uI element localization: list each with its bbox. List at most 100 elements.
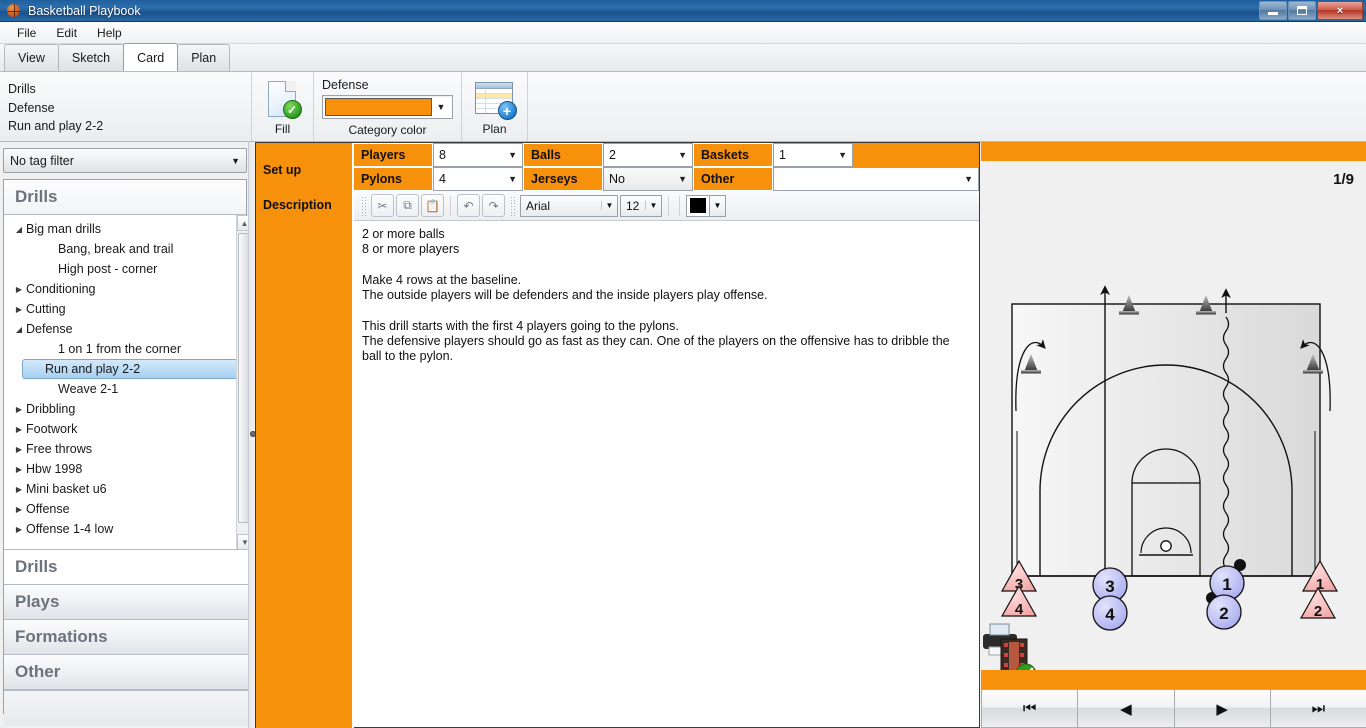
category-color-picker[interactable]: ▼	[322, 95, 453, 119]
other-dropdown[interactable]: ▼	[773, 167, 979, 191]
tree-item[interactable]: ▶ Offense 1-4 low	[4, 519, 252, 539]
breadcrumb-item: Run and play 2-2	[8, 119, 104, 133]
breadcrumb: Drills Defense Run and play 2-2	[0, 72, 252, 141]
collapsed-arrow-icon[interactable]: ▶	[12, 425, 26, 434]
plan-button[interactable]: + Plan	[462, 72, 528, 141]
previous-page-button[interactable]: ◀	[1077, 689, 1175, 728]
menu-file[interactable]: File	[8, 23, 45, 43]
close-button[interactable]: ×	[1317, 1, 1363, 20]
accordion-header-other[interactable]: Other	[4, 655, 252, 690]
offense-player: 4	[1092, 595, 1128, 631]
chevron-down-icon[interactable]: ▼	[710, 194, 726, 217]
paste-button[interactable]: 📋	[421, 194, 444, 217]
undo-button[interactable]: ↶	[457, 194, 480, 217]
collapsed-arrow-icon[interactable]: ▶	[12, 445, 26, 454]
tree-item-label: Big man drills	[26, 222, 102, 236]
ribbon: Drills Defense Run and play 2-2 ✓ Fill D…	[0, 72, 1366, 142]
field-label-balls: Balls	[523, 143, 603, 167]
tree-item-label: Weave 2-1	[58, 382, 119, 396]
last-page-button[interactable]: ⏭	[1269, 689, 1366, 728]
tag-filter-value: No tag filter	[10, 153, 74, 168]
copy-button[interactable]: ⧉	[396, 194, 419, 217]
court-diagram[interactable]: 1/9 3 4 1 2 3 4 1 2	[981, 161, 1366, 670]
accordion-header-drills[interactable]: Drills	[4, 550, 252, 585]
window-titlebar: Basketball Playbook ×	[0, 0, 1366, 22]
toolbar-grip[interactable]	[361, 195, 366, 216]
tree-item[interactable]: Bang, break and trail	[4, 239, 252, 259]
accordion-header-drills-top[interactable]: Drills	[4, 180, 246, 215]
restore-button[interactable]	[1288, 1, 1316, 20]
redo-button[interactable]: ↷	[482, 194, 505, 217]
fill-button[interactable]: ✓ Fill	[252, 72, 314, 141]
next-page-button[interactable]: ▶	[1173, 689, 1271, 728]
collapsed-arrow-icon[interactable]: ▶	[12, 405, 26, 414]
tree-item[interactable]: Run and play 2-2	[22, 359, 238, 379]
svg-text:4: 4	[1105, 605, 1115, 624]
accordion-header-plays[interactable]: Plays	[4, 585, 252, 620]
expanded-arrow-icon[interactable]: ◢	[12, 325, 26, 334]
setup-row-1: Players 8 ▼ Balls 2 ▼ Baskets 1 ▼	[353, 143, 979, 167]
tree-item[interactable]: ▶ Offense	[4, 499, 252, 519]
collapsed-arrow-icon[interactable]: ▶	[12, 525, 26, 534]
text-color-picker[interactable]: ▼	[686, 194, 726, 217]
tree-item[interactable]: ▶ Conditioning	[4, 279, 252, 299]
drills-tree[interactable]: ◢ Big man drills Bang, break and trail High…	[4, 215, 252, 550]
tree-item-label: Conditioning	[26, 282, 96, 296]
chevron-down-icon[interactable]: ▼	[432, 102, 450, 112]
tab-plan[interactable]: Plan	[177, 44, 231, 71]
defense-player: 2	[1299, 586, 1337, 620]
tree-item[interactable]: ▶ Dribbling	[4, 399, 252, 419]
collapsed-arrow-icon[interactable]: ▶	[12, 305, 26, 314]
menu-edit[interactable]: Edit	[47, 23, 86, 43]
players-dropdown[interactable]: 8 ▼	[433, 143, 523, 167]
tree-item[interactable]: ◢ Defense	[4, 319, 252, 339]
tree-item[interactable]: High post - corner	[4, 259, 252, 279]
collapsed-arrow-icon[interactable]: ▶	[12, 505, 26, 514]
tree-item[interactable]: ▶ Free throws	[4, 439, 252, 459]
accordion-filler	[4, 690, 252, 726]
tab-view[interactable]: View	[4, 44, 59, 71]
page-navigation: ⏮ ◀ ▶ ⏭	[981, 689, 1366, 728]
toolbar-grip-2[interactable]	[510, 195, 515, 216]
collapsed-arrow-icon[interactable]: ▶	[12, 465, 26, 474]
chevron-down-icon: ▼	[678, 150, 687, 160]
description-text[interactable]: 2 or more balls 8 or more players Make 4…	[354, 221, 979, 591]
collapsed-arrow-icon[interactable]: ▶	[12, 485, 26, 494]
expanded-arrow-icon[interactable]: ◢	[12, 225, 26, 234]
plan-button-label: Plan	[482, 122, 507, 136]
tab-sketch[interactable]: Sketch	[57, 44, 125, 71]
description-editor-toolbar: ✂ ⧉ 📋 ↶ ↷ Arial ▼ 12 ▼ ▼	[354, 191, 979, 221]
tree-item[interactable]: ▶ Mini basket u6	[4, 479, 252, 499]
tree-item[interactable]: 1 on 1 from the corner	[4, 339, 252, 359]
court-panel: 1/9 3 4 1 2 3 4 1 2 ⏮ ◀ ▶ ⏭	[981, 142, 1366, 728]
cut-button[interactable]: ✂	[371, 194, 394, 217]
pylons-dropdown[interactable]: 4 ▼	[433, 167, 523, 191]
ribbon-tabstrip: View Sketch Card Plan	[0, 43, 1366, 72]
font-family-dropdown[interactable]: Arial ▼	[520, 194, 618, 217]
collapsed-arrow-icon[interactable]: ▶	[12, 285, 26, 294]
accordion-header-formations[interactable]: Formations	[4, 620, 252, 655]
window-title: Basketball Playbook	[28, 3, 141, 18]
jerseys-dropdown[interactable]: No ▼	[603, 167, 693, 191]
tree-item[interactable]: ▶ Footwork	[4, 419, 252, 439]
tree-item[interactable]: ▶ Cutting	[4, 299, 252, 319]
svg-text:3: 3	[1105, 577, 1114, 596]
minimize-button[interactable]	[1259, 1, 1287, 20]
tag-filter-dropdown[interactable]: No tag filter ▼	[3, 148, 247, 173]
menu-help[interactable]: Help	[88, 23, 131, 43]
tree-item[interactable]: Weave 2-1	[4, 379, 252, 399]
tab-card[interactable]: Card	[123, 43, 179, 71]
baskets-dropdown[interactable]: 1 ▼	[773, 143, 853, 167]
first-page-button[interactable]: ⏮	[981, 689, 1079, 728]
tree-item[interactable]: ◢ Big man drills	[4, 219, 252, 239]
font-size-dropdown[interactable]: 12 ▼	[620, 194, 662, 217]
description-label: Description	[256, 191, 353, 728]
document-check-icon: ✓	[266, 81, 302, 119]
toolbar-separator	[450, 195, 451, 216]
field-label-baskets: Baskets	[693, 143, 773, 167]
balls-value: 2	[609, 148, 616, 162]
tree-item[interactable]: ▶ Hbw 1998	[4, 459, 252, 479]
balls-dropdown[interactable]: 2 ▼	[603, 143, 693, 167]
baskets-value: 1	[779, 148, 786, 162]
svg-text:2: 2	[1314, 603, 1322, 620]
